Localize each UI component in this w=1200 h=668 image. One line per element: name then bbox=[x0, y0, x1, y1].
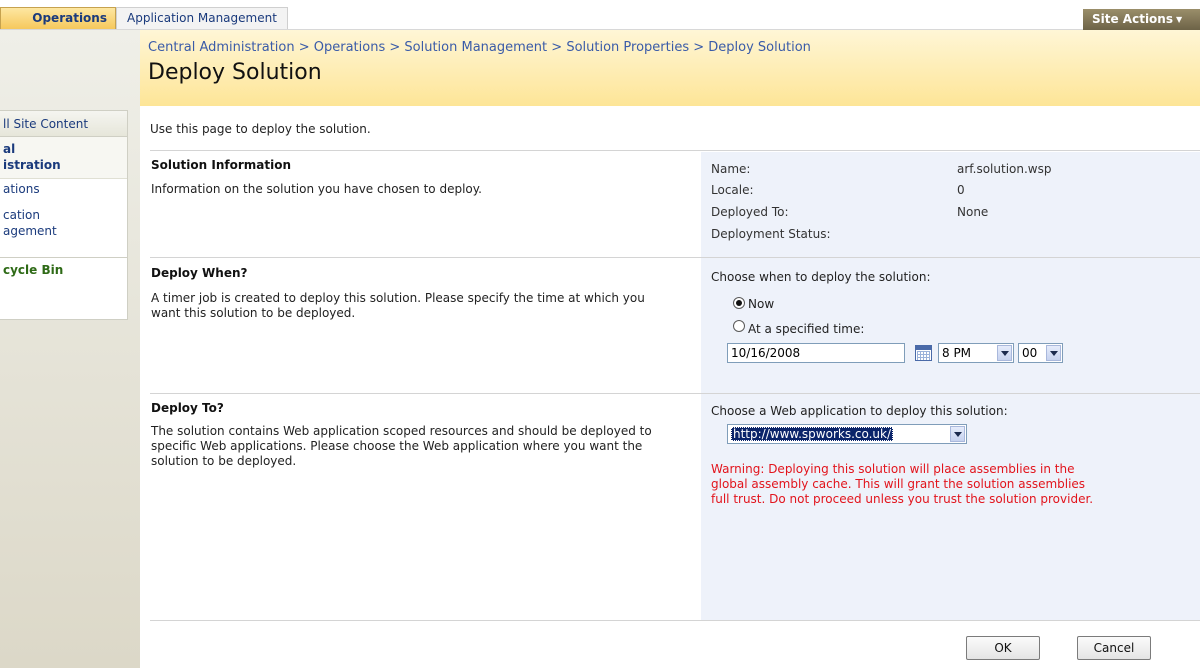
breadcrumb: Central Administration > Operations > So… bbox=[148, 40, 811, 55]
date-input[interactable] bbox=[727, 343, 905, 363]
radio-now-label: Now bbox=[748, 297, 775, 311]
breadcrumb-separator: > bbox=[385, 40, 405, 55]
radio-now[interactable] bbox=[733, 297, 745, 309]
chevron-down-icon[interactable] bbox=[950, 426, 965, 442]
breadcrumb-separator: > bbox=[294, 40, 314, 55]
nav-central-admin-line1: al bbox=[3, 142, 16, 156]
radio-specified-time[interactable] bbox=[733, 320, 745, 332]
main-content: Use this page to deploy the solution. So… bbox=[140, 106, 1200, 668]
left-nav: ll Site Content al istration ations cati… bbox=[0, 30, 140, 668]
hour-select[interactable]: 8 PM bbox=[938, 343, 1014, 363]
nav-central-administration[interactable]: al istration bbox=[0, 137, 127, 179]
breadcrumb-operations[interactable]: Operations bbox=[314, 40, 385, 55]
nav-central-admin-line2: istration bbox=[3, 158, 61, 172]
section-desc-deploy-to: The solution contains Web application sc… bbox=[151, 424, 652, 468]
hour-select-value: 8 PM bbox=[942, 346, 972, 360]
nav-all-site-content[interactable]: ll Site Content bbox=[0, 111, 127, 137]
web-application-select-value: http://www.spworks.co.uk/ bbox=[731, 427, 894, 441]
full-trust-warning: Warning: Deploying this solution will pl… bbox=[711, 462, 1094, 506]
field-value-deployed-to: None bbox=[957, 205, 989, 219]
breadcrumb-current: Deploy Solution bbox=[708, 40, 811, 55]
page-header: Central Administration > Operations > So… bbox=[140, 30, 1200, 106]
intro-text: Use this page to deploy the solution. bbox=[150, 122, 371, 136]
site-actions-label: Site Actions bbox=[1092, 12, 1173, 26]
section-title-deploy-to: Deploy To? bbox=[151, 401, 224, 415]
nav-application-management[interactable]: cation agement bbox=[0, 207, 127, 241]
field-value-name: arf.solution.wsp bbox=[957, 162, 1052, 176]
chevron-down-icon[interactable] bbox=[1046, 345, 1061, 361]
web-application-select[interactable]: http://www.spworks.co.uk/ bbox=[727, 424, 967, 444]
tab-operations[interactable]: Operations bbox=[0, 7, 116, 29]
field-label-deployment-status: Deployment Status: bbox=[711, 227, 831, 241]
section-desc-deploy-when: A timer job is created to deploy this so… bbox=[151, 291, 645, 320]
quick-launch: ll Site Content al istration ations cati… bbox=[0, 110, 128, 320]
chevron-down-icon[interactable] bbox=[997, 345, 1012, 361]
minute-select-value: 00 bbox=[1022, 346, 1038, 360]
page-title: Deploy Solution bbox=[148, 60, 322, 85]
breadcrumb-solution-management[interactable]: Solution Management bbox=[404, 40, 547, 55]
deploy-to-prompt: Choose a Web application to deploy this … bbox=[711, 404, 1008, 418]
divider bbox=[150, 150, 1200, 151]
field-label-deployed-to: Deployed To: bbox=[711, 205, 789, 219]
calendar-icon[interactable] bbox=[915, 345, 932, 361]
nav-operations[interactable]: ations bbox=[0, 181, 127, 201]
deploy-when-prompt: Choose when to deploy the solution: bbox=[711, 270, 931, 284]
ok-button[interactable]: OK bbox=[966, 636, 1040, 660]
nav-app-management-line1: cation bbox=[3, 208, 40, 222]
tab-application-management[interactable]: Application Management bbox=[116, 7, 288, 29]
chevron-down-icon: ▼ bbox=[1176, 15, 1183, 24]
field-label-name: Name: bbox=[711, 162, 751, 176]
section-desc-solution-info: Information on the solution you have cho… bbox=[151, 182, 482, 196]
minute-select[interactable]: 00 bbox=[1018, 343, 1063, 363]
site-actions-menu[interactable]: Site Actions ▼ bbox=[1083, 9, 1200, 30]
radio-specified-time-label: At a specified time: bbox=[748, 322, 865, 336]
breadcrumb-solution-properties[interactable]: Solution Properties bbox=[566, 40, 689, 55]
nav-app-management-line2: agement bbox=[3, 224, 57, 238]
breadcrumb-central-admin[interactable]: Central Administration bbox=[148, 40, 295, 55]
section-title-deploy-when: Deploy When? bbox=[151, 266, 248, 280]
section-title-solution-info: Solution Information bbox=[151, 158, 291, 172]
input-panel bbox=[701, 152, 1200, 620]
divider bbox=[150, 257, 1200, 258]
divider bbox=[150, 393, 1200, 394]
breadcrumb-separator: > bbox=[547, 40, 567, 55]
field-value-locale: 0 bbox=[957, 183, 965, 197]
nav-recycle-bin[interactable]: cycle Bin bbox=[0, 257, 127, 281]
cancel-button[interactable]: Cancel bbox=[1077, 636, 1151, 660]
divider bbox=[150, 620, 1200, 621]
top-nav-bar: Operations Application Management Site A… bbox=[0, 0, 1200, 30]
breadcrumb-separator: > bbox=[689, 40, 709, 55]
field-label-locale: Locale: bbox=[711, 183, 754, 197]
